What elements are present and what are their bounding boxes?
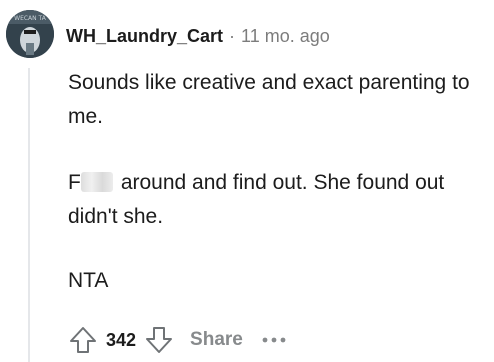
avatar[interactable]: WECAN TA bbox=[6, 10, 54, 58]
comment-text: F bbox=[68, 171, 81, 194]
comment-header: WH_Laundry_Cart · 11 mo. ago bbox=[66, 22, 330, 50]
censored-word-mask bbox=[80, 172, 113, 192]
share-button[interactable]: Share bbox=[190, 329, 243, 351]
avatar-image: WECAN TA bbox=[6, 10, 54, 58]
username-link[interactable]: WH_Laundry_Cart bbox=[66, 26, 223, 47]
timestamp-link[interactable]: 11 mo. ago bbox=[241, 26, 330, 47]
meta-separator: · bbox=[229, 25, 236, 46]
vote-score: 342 bbox=[106, 329, 137, 350]
comment-paragraph: NTA bbox=[68, 269, 109, 292]
comment-paragraph: Faround and find out. She found out didn… bbox=[68, 166, 492, 234]
more-horizontal-icon bbox=[262, 337, 286, 343]
arrow-down-outline-icon bbox=[146, 327, 173, 353]
comment-text: around and find out. She found out didn'… bbox=[68, 171, 445, 228]
comment: WECAN TA WH_Laundry_Cart · 11 mo. ago So… bbox=[0, 0, 494, 362]
arrow-up-outline-icon bbox=[70, 327, 96, 353]
more-options-button[interactable] bbox=[257, 323, 291, 357]
upvote-button[interactable] bbox=[66, 323, 100, 357]
avatar-caption: WECAN TA bbox=[14, 15, 47, 22]
downvote-button[interactable] bbox=[142, 323, 176, 357]
thread-line[interactable] bbox=[28, 68, 30, 362]
comment-paragraph: Sounds like creative and exact parenting… bbox=[68, 71, 470, 128]
comment-actions: 342 Share bbox=[66, 320, 291, 360]
